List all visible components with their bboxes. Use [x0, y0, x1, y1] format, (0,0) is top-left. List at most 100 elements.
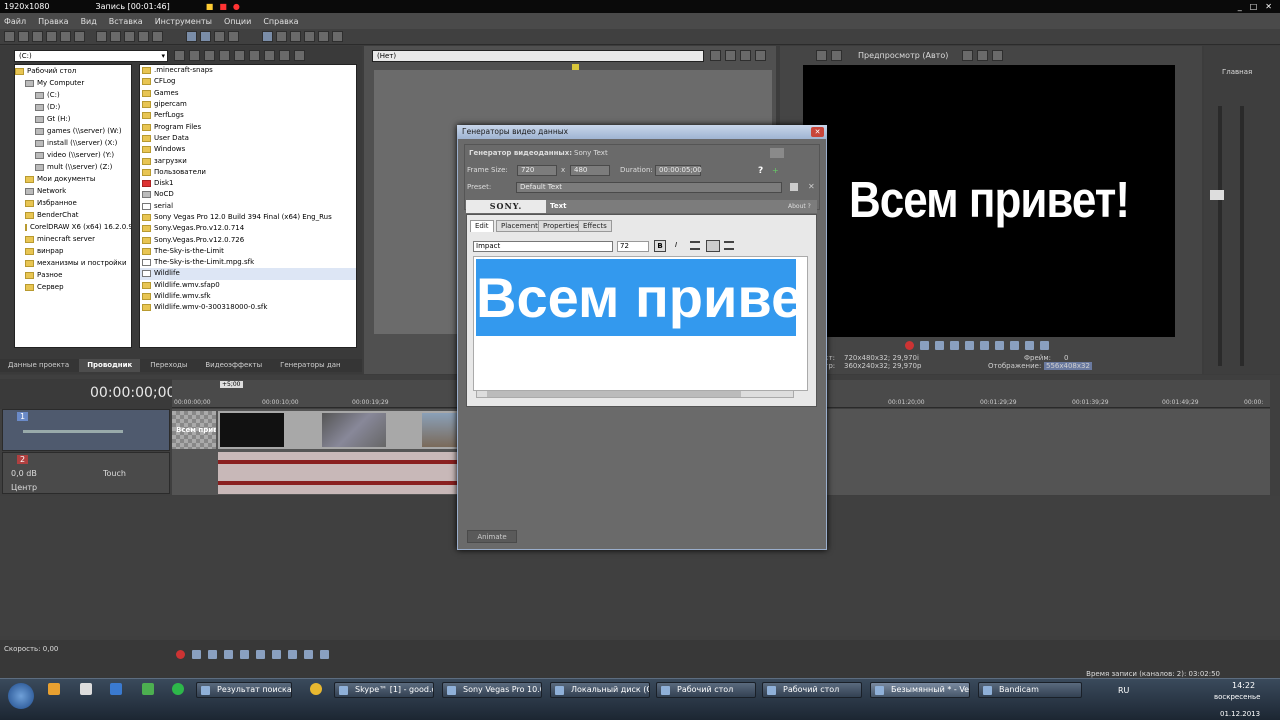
go-to-start-icon[interactable] — [995, 340, 1004, 350]
render-icon[interactable] — [60, 31, 71, 42]
file-list[interactable]: .minecraft-snaps CFLog Games gipercam Pe… — [139, 64, 357, 348]
record-icon[interactable] — [905, 340, 914, 350]
list-item[interactable]: Sony Vegas Pro 12.0 Build 394 Final (x64… — [140, 212, 356, 223]
go-to-end-icon[interactable] — [288, 650, 297, 659]
whats-this-icon[interactable] — [332, 31, 343, 42]
tree-item[interactable]: video (\\server) (Y:) — [15, 149, 131, 161]
tree-item[interactable]: My Computer — [15, 77, 131, 89]
list-item[interactable]: The-Sky-is-the-Limit — [140, 246, 356, 257]
save-icon[interactable] — [32, 31, 43, 42]
prev-frame-icon[interactable] — [304, 650, 313, 659]
save-as-icon[interactable] — [46, 31, 57, 42]
preview-screen[interactable]: Всем привет! — [803, 65, 1175, 337]
tree-item[interactable]: механизмы и постройки — [15, 257, 131, 269]
close-icon[interactable] — [755, 50, 766, 61]
play-from-start-icon[interactable] — [935, 340, 944, 350]
tree-item[interactable]: mult (\\server) (Z:) — [15, 161, 131, 173]
list-item[interactable]: загрузки — [140, 155, 356, 166]
cut-icon[interactable] — [725, 50, 736, 61]
master-fader[interactable] — [1210, 190, 1224, 200]
pause-icon[interactable] — [240, 650, 249, 659]
menu-edit[interactable]: Правка — [38, 17, 68, 26]
search-icon[interactable] — [279, 50, 290, 61]
play-icon[interactable] — [224, 650, 233, 659]
menu-tools[interactable]: Инструменты — [155, 17, 212, 26]
font-select[interactable]: Impact — [473, 241, 613, 252]
list-item[interactable]: gipercam — [140, 99, 356, 110]
list-item[interactable]: Games — [140, 88, 356, 99]
list-item[interactable]: Sony.Vegas.Pro.v12.0.726 — [140, 234, 356, 245]
list-item[interactable]: Wildlife.wmv.sfk — [140, 291, 356, 302]
prev-frame-icon[interactable] — [1025, 340, 1034, 350]
explorer-icon[interactable] — [48, 683, 60, 695]
record-icon[interactable]: ● — [233, 2, 240, 11]
taskbar-item[interactable]: Sony Vegas Pro 10.0(... — [442, 682, 542, 698]
lock-envelopes-icon[interactable] — [304, 31, 315, 42]
tab-properties[interactable]: Properties — [538, 220, 584, 232]
tab-edit[interactable]: Edit — [470, 220, 494, 232]
tree-item[interactable]: (D:) — [15, 101, 131, 113]
tab-transitions[interactable]: Переходы — [142, 359, 195, 372]
auto-ripple-icon[interactable] — [290, 31, 301, 42]
list-item[interactable]: PerfLogs — [140, 110, 356, 121]
font-size-select[interactable]: 72 — [617, 241, 649, 252]
taskbar-item[interactable]: Безымянный * - Veg... — [870, 682, 970, 698]
play-icon[interactable] — [234, 50, 245, 61]
italic-button[interactable]: I — [670, 240, 682, 252]
next-frame-icon[interactable] — [320, 650, 329, 659]
list-item[interactable]: serial — [140, 201, 356, 212]
list-item[interactable]: NoCD — [140, 189, 356, 200]
chrome-icon[interactable] — [310, 683, 322, 695]
list-item[interactable]: Пользователи — [140, 167, 356, 178]
preset-select[interactable]: Default Text — [516, 182, 782, 193]
taskbar-item[interactable]: Результат поиска G... — [196, 682, 292, 698]
scrollbar-thumb[interactable] — [487, 391, 741, 397]
help-icon[interactable]: ? — [758, 166, 763, 176]
new-icon[interactable] — [4, 31, 15, 42]
add-icon[interactable]: + — [772, 166, 779, 175]
go-to-start-icon[interactable] — [272, 650, 281, 659]
animate-button[interactable]: Animate — [467, 530, 517, 543]
play-from-start-icon[interactable] — [208, 650, 217, 659]
selected-text[interactable]: Всем привет! — [476, 259, 796, 336]
list-item[interactable]: Wildlife — [140, 268, 356, 280]
preview-quality-select[interactable]: Предпросмотр (Авто) — [858, 51, 948, 60]
tab-explorer[interactable]: Проводник — [79, 359, 141, 372]
list-item[interactable]: Sony.Vegas.Pro.v12.0.714 — [140, 223, 356, 234]
align-left-icon[interactable] — [690, 241, 700, 250]
align-right-icon[interactable] — [724, 241, 734, 250]
menu-insert[interactable]: Вставка — [109, 17, 143, 26]
taskbar-item[interactable]: Bandicam — [978, 682, 1082, 698]
language-indicator[interactable]: RU — [1118, 686, 1129, 695]
ignore-grouping-icon[interactable] — [318, 31, 329, 42]
normal-edit-tool-icon[interactable] — [186, 31, 197, 42]
touch-label[interactable]: Touch — [103, 469, 126, 478]
tab-effects[interactable]: Effects — [578, 220, 612, 232]
clock-time[interactable]: 14:22 — [1232, 681, 1255, 690]
tree-item[interactable]: BenderChat — [15, 209, 131, 221]
tree-item[interactable]: винрар — [15, 245, 131, 257]
selection-tool-icon[interactable] — [214, 31, 225, 42]
menu-options[interactable]: Опции — [224, 17, 251, 26]
play-icon[interactable] — [950, 340, 959, 350]
tree-item[interactable]: install (\\server) (X:) — [15, 137, 131, 149]
save-snapshot-icon[interactable] — [992, 49, 1004, 61]
stop-icon[interactable] — [256, 650, 265, 659]
align-center-icon[interactable] — [706, 240, 720, 252]
quick-launch-icon[interactable] — [172, 683, 184, 695]
delete-icon[interactable] — [219, 50, 230, 61]
bold-button[interactable]: B — [654, 240, 666, 252]
about-button[interactable]: About ? — [788, 203, 811, 210]
horizontal-scrollbar[interactable] — [476, 390, 794, 398]
text-clip[interactable]: Всем прив — [172, 411, 216, 449]
tree-item[interactable]: Избранное — [15, 197, 131, 209]
tree-item[interactable]: games (\\server) (W:) — [15, 125, 131, 137]
download-icon[interactable] — [142, 683, 154, 695]
folder-tree[interactable]: Рабочий стол My Computer (C:) (D:) Gt (H… — [14, 64, 132, 348]
undo-icon[interactable] — [138, 31, 149, 42]
tree-item[interactable]: (C:) — [15, 89, 131, 101]
list-item[interactable]: The-Sky-is-the-Limit.mpg.sfk — [140, 257, 356, 268]
cut-icon[interactable] — [96, 31, 107, 42]
open-icon[interactable] — [18, 31, 29, 42]
go-to-end-icon[interactable] — [1010, 340, 1019, 350]
